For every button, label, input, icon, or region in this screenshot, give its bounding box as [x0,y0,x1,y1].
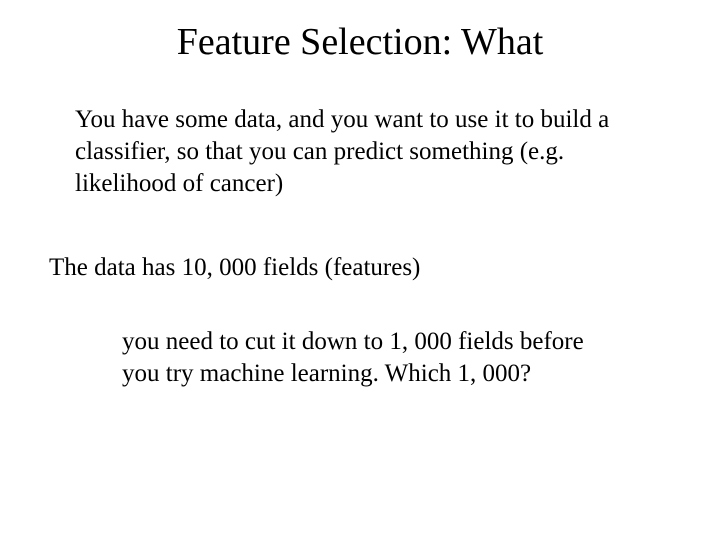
body-paragraph-1: You have some data, and you want to use … [75,104,635,200]
body-paragraph-3: you need to cut it down to 1, 000 fields… [122,326,622,390]
slide: Feature Selection: What You have some da… [0,0,720,540]
body-paragraph-2: The data has 10, 000 fields (features) [49,252,649,284]
slide-title: Feature Selection: What [0,20,720,64]
